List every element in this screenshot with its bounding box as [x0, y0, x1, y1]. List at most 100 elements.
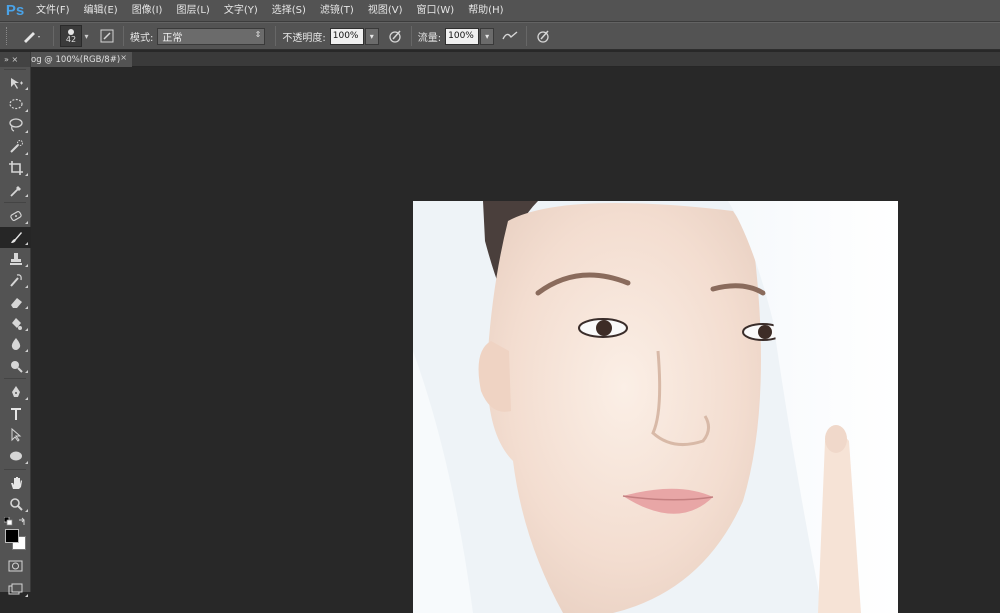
airbrush-button[interactable]	[500, 26, 520, 46]
submenu-indicator-icon	[25, 151, 28, 155]
brush-panel-toggle[interactable]	[97, 26, 117, 46]
quick-select-icon	[9, 139, 23, 153]
hand-icon	[10, 476, 22, 489]
options-separator	[275, 26, 277, 46]
mode-label: 模式:	[130, 32, 154, 44]
submenu-indicator-icon	[25, 508, 28, 512]
brush-icon	[24, 32, 40, 43]
toolbox-separator	[4, 69, 26, 70]
options-separator	[123, 26, 124, 46]
submenu-indicator-icon	[25, 461, 28, 465]
canvas-area[interactable]	[32, 68, 1000, 613]
tool-healing[interactable]	[0, 205, 31, 226]
brush-size-picker[interactable]: 42	[60, 25, 82, 47]
submenu-indicator-icon	[25, 220, 28, 224]
document-tab-bar: og @ 100%(RGB/8#) ×	[31, 52, 1000, 67]
tool-pen[interactable]	[0, 381, 31, 402]
tool-eraser[interactable]	[0, 291, 31, 312]
tool-dodge[interactable]	[0, 355, 31, 376]
submenu-indicator-icon	[25, 194, 28, 198]
gradient-icon	[11, 317, 22, 330]
swap-colors-icon[interactable]	[18, 517, 27, 526]
ps-logo: Ps	[5, 2, 25, 19]
document-image[interactable]	[413, 201, 898, 613]
zoom-icon	[9, 498, 23, 511]
menu-view[interactable]: 视图(V)	[362, 0, 411, 22]
flow-label: 流量:	[417, 32, 442, 44]
tool-type[interactable]	[0, 403, 31, 424]
crop-icon	[8, 161, 23, 176]
pressure-opacity-button[interactable]	[385, 26, 405, 46]
brush-size-value: 42	[65, 34, 77, 44]
pressure-size-button[interactable]	[533, 26, 553, 46]
options-grip[interactable]	[6, 27, 9, 45]
type-icon	[10, 407, 21, 420]
brush-icon	[10, 232, 22, 244]
stamp-icon	[9, 252, 22, 265]
portrait-image	[413, 201, 898, 613]
submenu-indicator-icon	[25, 349, 28, 353]
tool-stamp[interactable]	[0, 248, 31, 269]
history-brush-icon	[9, 274, 22, 287]
toolbox-separator	[4, 469, 26, 471]
submenu-indicator-icon	[25, 172, 28, 176]
menu-window[interactable]: 窗口(W)	[410, 0, 462, 22]
menu-image[interactable]: 图像(I)	[126, 0, 171, 22]
tool-eyedropper[interactable]	[0, 179, 31, 200]
quick-mask-icon	[8, 560, 23, 571]
eraser-icon	[10, 297, 22, 308]
tool-lasso[interactable]	[0, 115, 31, 136]
lasso-icon	[8, 118, 23, 133]
toolbox-header[interactable]: » ×	[0, 52, 30, 67]
tool-quick-select[interactable]	[0, 136, 31, 157]
menu-filter[interactable]: 滤镜(T)	[314, 0, 362, 22]
tool-marquee[interactable]	[0, 93, 31, 114]
opacity-dropdown-icon[interactable]: ▾	[364, 27, 379, 45]
default-colors-icon[interactable]	[4, 516, 13, 526]
submenu-indicator-icon	[25, 108, 28, 112]
tool-shape[interactable]	[0, 446, 31, 467]
flow-input[interactable]: 100%	[445, 27, 480, 45]
tool-blur[interactable]	[0, 334, 31, 355]
flow-dropdown-icon[interactable]: ▾	[480, 27, 495, 45]
tool-hand[interactable]	[0, 472, 31, 493]
menu-select[interactable]: 选择(S)	[266, 0, 314, 22]
tool-move[interactable]	[0, 72, 31, 93]
screen-mode-icon	[8, 583, 23, 595]
tool-path-select[interactable]	[0, 424, 31, 445]
tool-gradient[interactable]	[0, 312, 31, 333]
menu-file[interactable]: 文件(F)	[30, 0, 78, 22]
menu-help[interactable]: 帮助(H)	[462, 0, 511, 22]
submenu-indicator-icon	[25, 130, 28, 134]
tool-zoom[interactable]	[0, 493, 31, 514]
tool-crop[interactable]	[0, 158, 31, 179]
submenu-indicator-icon	[25, 593, 28, 597]
submenu-indicator-icon	[25, 306, 28, 310]
menu-bar: Ps 文件(F) 编辑(E) 图像(I) 图层(L) 文字(Y) 选择(S) 滤…	[0, 0, 1000, 22]
tool-brush[interactable]	[0, 226, 31, 249]
submenu-indicator-icon	[25, 396, 28, 400]
brush-panel-icon	[100, 29, 114, 43]
screen-mode-button[interactable]	[0, 578, 31, 599]
submenu-indicator-icon	[25, 87, 28, 91]
select-arrows-icon: ⇕	[254, 29, 262, 39]
menu-edit[interactable]: 编辑(E)	[78, 0, 126, 22]
close-tab-icon[interactable]: ×	[120, 53, 127, 62]
quick-mask-button[interactable]	[0, 555, 31, 576]
toolbox-panel: » ×	[0, 52, 31, 597]
tool-preset-picker[interactable]	[17, 26, 47, 46]
blend-mode-select[interactable]: 正常 ⇕	[157, 27, 266, 45]
tool-history-brush[interactable]	[0, 270, 31, 291]
toolbox-separator	[4, 202, 26, 204]
menu-type[interactable]: 文字(Y)	[218, 0, 266, 22]
photoshop-window: Ps 文件(F) 编辑(E) 图像(I) 图层(L) 文字(Y) 选择(S) 滤…	[0, 0, 1000, 613]
toolbox-collapse-icon[interactable]: » ×	[4, 55, 18, 64]
foreground-color-swatch[interactable]	[5, 528, 19, 543]
color-swatches	[0, 515, 31, 555]
menu-layer[interactable]: 图层(L)	[170, 0, 217, 22]
opacity-input[interactable]: 100%	[329, 27, 364, 45]
pressure-opacity-icon	[389, 30, 401, 43]
brush-dropdown-arrow-icon[interactable]: ▾	[82, 25, 91, 47]
document-tab-title: og @ 100%(RGB/8#)	[31, 54, 121, 65]
document-tab[interactable]: og @ 100%(RGB/8#) ×	[31, 52, 132, 67]
